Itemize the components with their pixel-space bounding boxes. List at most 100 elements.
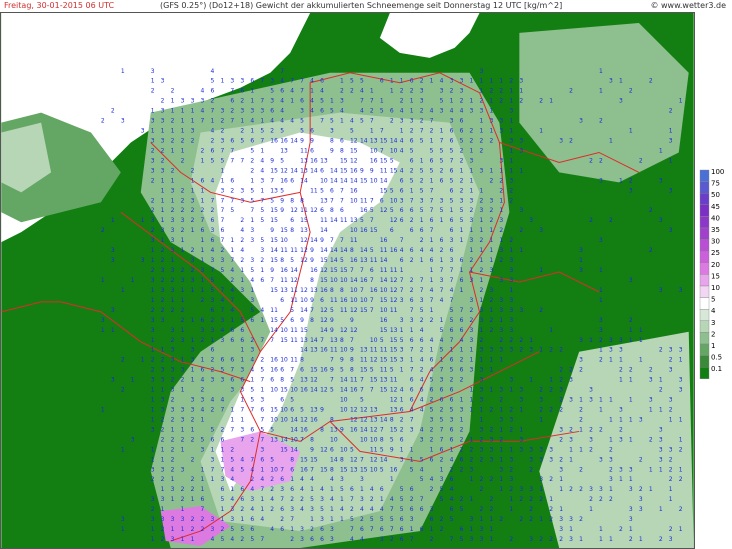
value-label: 10 [280,237,288,244]
value-label: 11 [350,377,358,384]
value-label: 2 [460,466,464,473]
value-label: 3 [320,496,324,503]
map-title: (GFS 0.25°) (Do12+18) Gewicht der akkumu… [160,1,563,10]
value-label: 6 [320,78,324,85]
value-label: 3 [539,227,543,234]
value-label: 2 [440,407,444,414]
value-label: 2 [499,397,503,404]
value-label: 2 [161,416,165,423]
value-label: 1 [340,118,344,125]
value-label: 2 [509,426,513,433]
value-label: 6 [220,436,224,443]
value-label: 2 [220,526,224,533]
value-label: 3 [579,118,583,125]
value-label: 13 [370,138,378,145]
value-label: 1 [310,88,314,95]
value-label: 3 [599,486,603,493]
value-label: 5 [410,147,414,154]
legend-swatch [699,227,710,240]
value-label: 1 [201,357,205,364]
value-label: 7 [260,377,264,384]
value-label: 3 [310,506,314,513]
value-label: 3 [181,367,185,374]
value-label: 1 [639,337,643,344]
value-label: 1 [499,476,503,483]
value-label: 5 [370,367,374,374]
value-label: 4 [440,337,444,344]
value-label: 7 [450,297,454,304]
value-label: 2 [609,496,613,503]
value-label: 3 [619,98,623,105]
value-label: 10 [280,407,288,414]
value-label: 4 [320,486,324,493]
value-label: 1 [260,466,264,473]
value-label: 2 [609,446,613,453]
value-label: 2 [211,98,215,105]
value-label: 16 [300,466,308,473]
value-label: 1 [489,387,493,394]
value-label: 1 [509,167,513,174]
value-label: 5 [460,138,464,145]
value-label: 16 [350,187,358,194]
value-label: 7 [380,147,384,154]
value-label: 3 [509,267,513,274]
value-label: 1 [161,446,165,453]
value-label: 1 [201,247,205,254]
value-label: 7 [300,88,304,95]
value-label: 6 [211,436,215,443]
value-label: 15 [320,257,328,264]
value-label: 1 [151,108,155,115]
value-label: 2 [161,277,165,284]
value-label: 13 [300,227,308,234]
value-label: 6 [460,327,464,334]
value-label: 5 [280,187,284,194]
value-label: 4 [211,177,215,184]
value-label: 7 [450,536,454,543]
value-label: 6 [310,128,314,135]
value-label: 2 [489,177,493,184]
value-label: 1 [181,357,185,364]
value-label: 16 [360,207,368,214]
value-label: 2 [171,377,175,384]
value-label: 6 [430,456,434,463]
value-label: 3 [111,377,115,384]
value-label: 9 [270,267,274,274]
value-label: 7 [260,486,264,493]
value-label: 3 [480,307,484,314]
value-label: 1 [549,98,553,105]
value-label: 5 [290,397,294,404]
value-label: 12 [320,387,328,394]
value-label: 1 [111,217,115,224]
value-label: 10 [390,147,398,154]
value-label: 1 [260,506,264,513]
value-label: 5 [270,456,274,463]
value-label: 4 [310,98,314,105]
value-label: 1 [519,407,523,414]
value-label: 3 [450,416,454,423]
value-label: 10 [290,436,298,443]
value-label: 3 [499,387,503,394]
value-label: 4 [270,496,274,503]
value-label: 3 [480,68,484,75]
value-label: 5 [440,486,444,493]
value-label: 15 [330,267,338,274]
value-label: 1 [460,267,464,274]
value-label: 3 [609,78,613,85]
value-label: 1 [181,536,185,543]
value-label: 2 [161,536,165,543]
value-label: 14 [390,138,398,145]
value-label: 6 [450,247,454,254]
value-label: 7 [230,118,234,125]
value-label: 3 [440,197,444,204]
legend-swatch [699,366,710,379]
value-label: 3 [509,377,513,384]
value-label: 12 [350,416,358,423]
value-label: 1 [629,476,633,483]
value-label: 3 [589,436,593,443]
value-label: 3 [669,138,673,145]
value-label: 1 [400,267,404,274]
value-label: 4 [460,108,464,115]
value-label: 3 [240,197,244,204]
value-label: 14 [290,426,298,433]
value-label: 3 [240,426,244,433]
